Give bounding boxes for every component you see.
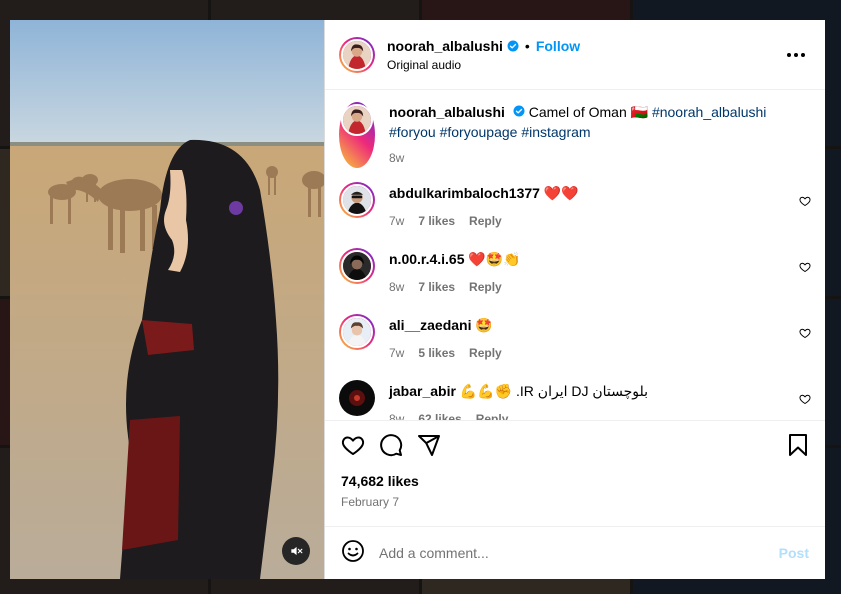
avatar — [341, 316, 373, 348]
commenter-avatar-ring[interactable] — [339, 182, 375, 218]
comment-likes-count[interactable]: 62 likes — [418, 408, 461, 420]
comment-likes-count[interactable]: 7 likes — [418, 276, 455, 298]
more-options-icon[interactable] — [781, 47, 811, 63]
separator-dot: • — [524, 37, 530, 54]
video-frame — [10, 20, 324, 579]
post-modal: noorah_albalushi • Follow Original audio — [10, 20, 825, 579]
mute-toggle-button[interactable] — [282, 537, 310, 565]
comment-timestamp[interactable]: 8w — [389, 276, 404, 298]
comment-text: ❤️🤩👏 — [468, 251, 521, 267]
post-header: noorah_albalushi • Follow Original audio — [325, 20, 825, 90]
comment-like-heart-icon[interactable] — [799, 260, 811, 278]
post-caption: noorah_albalushi Camel of Oman 🇴🇲 #noora… — [339, 90, 811, 168]
avatar — [341, 184, 373, 216]
post-likes-count[interactable]: 74,682 likes — [341, 473, 809, 489]
post-details-panel: noorah_albalushi • Follow Original audio — [324, 20, 825, 579]
commenter-username-link[interactable]: jabar_abir — [389, 383, 456, 399]
comment-reply-button[interactable]: Reply — [476, 408, 509, 420]
post-date[interactable]: February 7 — [341, 495, 809, 509]
comment-like-heart-icon[interactable] — [799, 392, 811, 410]
comment-timestamp[interactable]: 8w — [389, 408, 404, 420]
comment-likes-count[interactable]: 5 likes — [418, 342, 455, 364]
follow-button[interactable]: Follow — [536, 38, 580, 54]
comment-item: jabar_abir 💪💪✊ .IR ایران DJ بلوچستان 8w … — [339, 366, 811, 420]
post-comment-button[interactable]: Post — [779, 545, 809, 561]
muted-speaker-icon — [291, 546, 303, 556]
comment-item: abdulkarimbaloch1377 ❤️❤️ 7w 7 likes Rep… — [339, 168, 811, 234]
bookmark-icon[interactable] — [787, 433, 809, 457]
comment-like-heart-icon[interactable] — [799, 194, 811, 212]
hashtag-link[interactable]: #foryoupage — [440, 124, 518, 140]
avatar — [341, 104, 373, 136]
avatar — [341, 250, 373, 282]
hashtag-link[interactable]: #noorah_albalushi — [652, 104, 766, 120]
commenter-avatar-ring[interactable] — [339, 314, 375, 350]
post-actions-area: 74,682 likes February 7 — [325, 420, 825, 526]
comment-like-heart-icon[interactable] — [799, 326, 811, 344]
comment-reply-button[interactable]: Reply — [469, 342, 502, 364]
comment-icon[interactable] — [379, 433, 403, 457]
verified-badge-icon — [513, 105, 525, 117]
action-bar — [341, 433, 809, 457]
commenter-username-link[interactable]: abdulkarimbaloch1377 — [389, 185, 540, 201]
author-avatar-ring[interactable] — [339, 36, 375, 73]
commenter-username-link[interactable]: ali__zaedani — [389, 317, 472, 333]
comment-likes-count[interactable]: 7 likes — [418, 210, 455, 232]
comment-text: 💪💪✊ .IR ایران DJ بلوچستان — [459, 383, 649, 399]
comment-reply-button[interactable]: Reply — [469, 210, 502, 232]
audio-link[interactable]: Original audio — [387, 58, 580, 72]
comment-reply-button[interactable]: Reply — [469, 276, 502, 298]
post-video[interactable] — [10, 20, 324, 579]
comment-text: ❤️❤️ — [543, 185, 579, 201]
emoji-icon[interactable] — [341, 539, 365, 568]
verified-badge-icon — [507, 40, 519, 52]
comment-timestamp[interactable]: 7w — [389, 342, 404, 364]
comment-text: 🤩 — [475, 317, 493, 333]
heart-icon[interactable] — [341, 433, 365, 457]
comment-item: n.00.r.4.i.65 ❤️🤩👏 8w 7 likes Reply — [339, 234, 811, 300]
caption-avatar-ring[interactable] — [339, 102, 375, 168]
hashtag-link[interactable]: #instagram — [521, 124, 590, 140]
comment-timestamp[interactable]: 7w — [389, 210, 404, 232]
commenter-avatar-ring[interactable] — [339, 248, 375, 284]
hashtag-link[interactable]: #foryou — [389, 124, 436, 140]
comment-item: ali__zaedani 🤩 7w 5 likes Reply — [339, 300, 811, 366]
author-username-link[interactable]: noorah_albalushi — [387, 38, 503, 54]
commenter-username-link[interactable]: n.00.r.4.i.65 — [389, 251, 465, 267]
caption-username-link[interactable]: noorah_albalushi — [389, 104, 505, 120]
share-icon[interactable] — [417, 433, 441, 457]
add-comment-bar: Post — [325, 526, 825, 579]
comment-input[interactable] — [379, 545, 779, 561]
avatar — [341, 38, 373, 71]
comments-list[interactable]: noorah_albalushi Camel of Oman 🇴🇲 #noora… — [325, 90, 825, 420]
caption-timestamp[interactable]: 8w — [389, 148, 404, 168]
avatar[interactable] — [339, 380, 375, 416]
caption-text: Camel of Oman 🇴🇲 — [528, 104, 649, 120]
